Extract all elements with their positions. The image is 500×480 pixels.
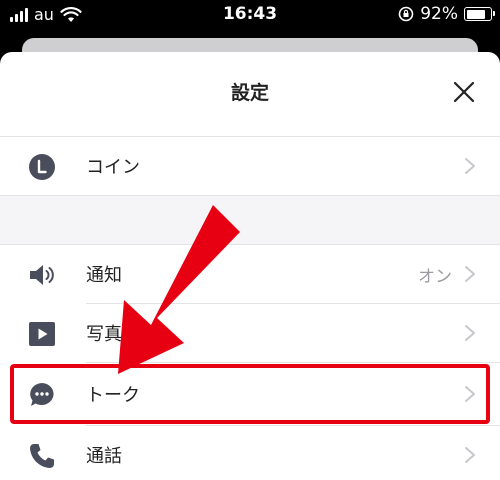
settings-row-calls[interactable]: 通話: [0, 426, 500, 480]
speaker-icon: [30, 265, 54, 285]
chevron-right-icon: [465, 158, 475, 174]
settings-row-coin[interactable]: コイン: [0, 137, 500, 195]
divider: [86, 362, 500, 363]
phone-icon: [30, 444, 54, 468]
section-separator: [0, 196, 500, 244]
chevron-right-icon: [465, 266, 475, 282]
chevron-right-icon: [465, 325, 475, 341]
close-icon: [453, 81, 475, 103]
row-label: 通話: [86, 446, 122, 467]
row-value: オン: [418, 267, 452, 287]
battery-percent: 92%: [420, 4, 458, 24]
settings-row-photos[interactable]: 写真: [0, 304, 500, 362]
battery-fill: [466, 9, 485, 19]
row-label: 通知: [86, 265, 122, 286]
status-right: 92%: [398, 4, 495, 24]
coin-icon: [29, 154, 55, 180]
close-button[interactable]: [448, 76, 480, 108]
battery-tip: [493, 11, 495, 16]
play-icon: [29, 322, 55, 346]
settings-row-notifications[interactable]: 通知 オン: [0, 245, 500, 303]
battery-icon: [464, 7, 495, 21]
rotation-lock-icon: [398, 6, 414, 22]
page-title: 設定: [230, 82, 269, 104]
row-label: コイン: [86, 157, 140, 178]
sheet-header: 設定: [0, 52, 500, 132]
row-label: 写真: [86, 324, 122, 345]
chevron-right-icon: [465, 447, 475, 463]
highlight-box: [10, 364, 490, 424]
status-bar: au 16:43 92%: [0, 0, 500, 32]
